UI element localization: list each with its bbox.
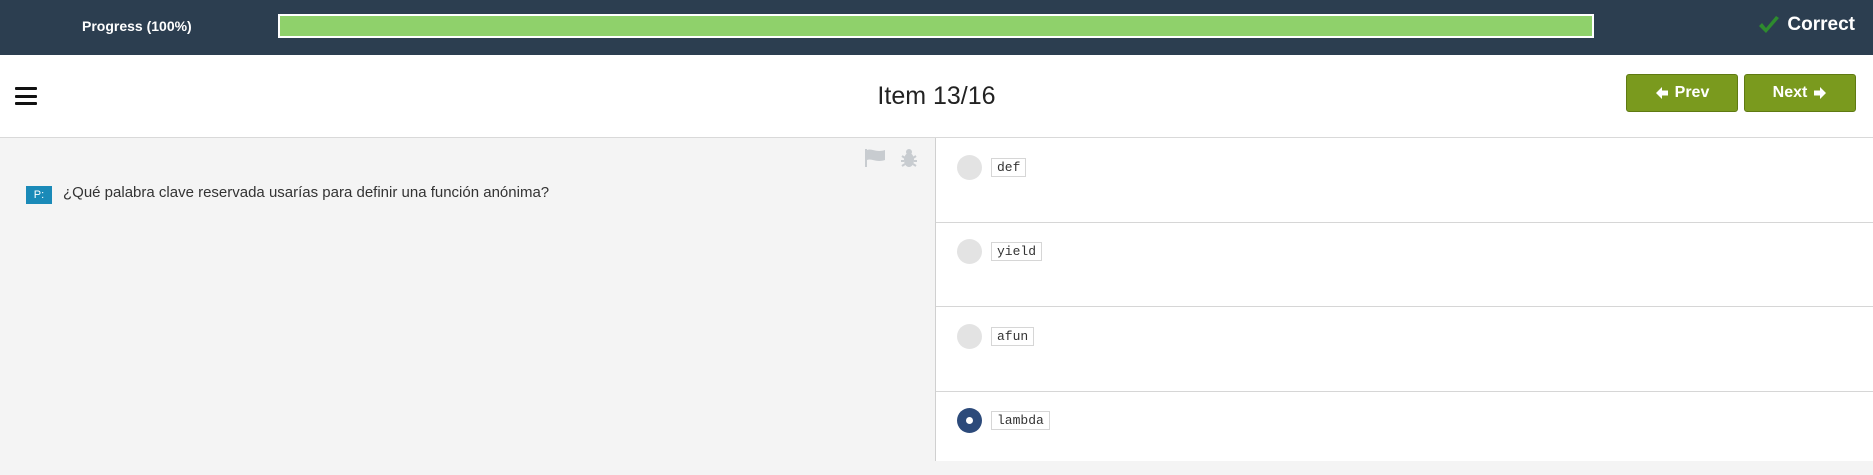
status-indicator: Correct: [1757, 14, 1855, 36]
prompt-badge: P:: [26, 186, 52, 204]
next-label: Next: [1772, 84, 1808, 101]
answer-option[interactable]: lambda: [936, 391, 1873, 475]
progress-label: Progress (100%): [82, 18, 192, 34]
progress-bar: [278, 14, 1594, 38]
answer-pane: def yield afun lambda: [936, 138, 1873, 461]
answer-option[interactable]: def: [936, 138, 1873, 223]
next-button[interactable]: Next: [1744, 74, 1856, 112]
prev-button[interactable]: Prev: [1626, 74, 1738, 112]
radio-button[interactable]: [957, 324, 982, 349]
option-label: afun: [991, 327, 1035, 346]
arrow-right-icon: [1814, 87, 1827, 99]
status-text: Correct: [1787, 14, 1855, 35]
prev-label: Prev: [1674, 84, 1710, 101]
radio-button-selected[interactable]: [957, 408, 982, 433]
radio-button[interactable]: [957, 239, 982, 264]
answer-option[interactable]: afun: [936, 307, 1873, 392]
top-bar: Progress (100%) Correct: [0, 0, 1873, 55]
progress-fill: [280, 16, 1592, 36]
option-label: lambda: [991, 411, 1050, 430]
bug-icon[interactable]: [898, 148, 920, 168]
question-pane: P: ¿Qué palabra clave reservada usarías …: [0, 138, 936, 461]
item-header: Item 13/16 Prev Next: [0, 55, 1873, 138]
question-tools: [864, 148, 920, 168]
answer-option[interactable]: yield: [936, 222, 1873, 307]
option-label: yield: [991, 242, 1043, 261]
option-label: def: [991, 158, 1027, 177]
radio-button[interactable]: [957, 155, 982, 180]
question-text: ¿Qué palabra clave reservada usarías par…: [63, 184, 550, 201]
arrow-left-icon: [1655, 87, 1668, 99]
flag-icon[interactable]: [864, 148, 886, 168]
checkmark-icon: [1759, 16, 1780, 33]
item-title: Item 13/16: [877, 82, 996, 110]
